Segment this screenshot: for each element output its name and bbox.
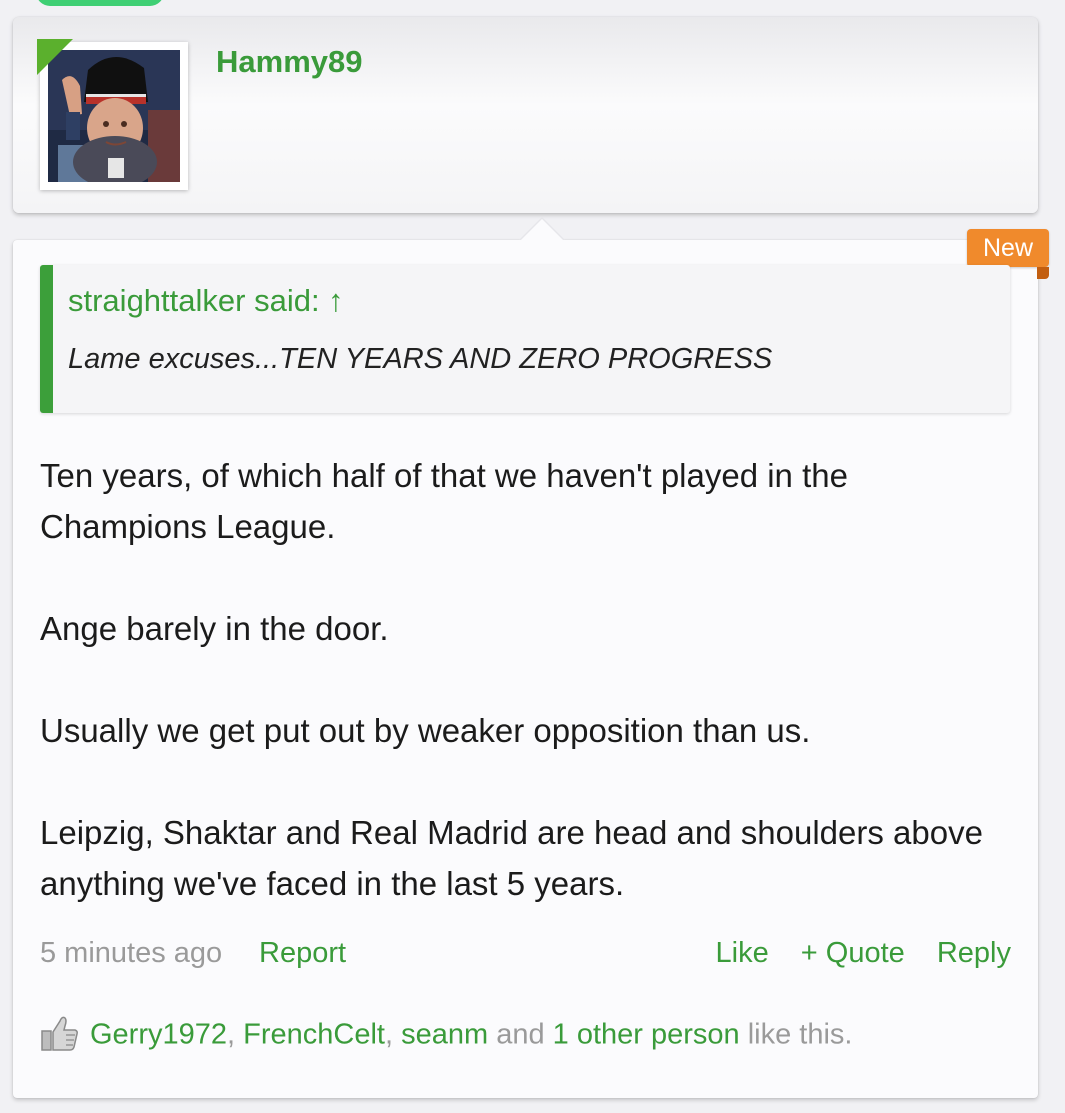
liker-link[interactable]: seanm	[401, 1019, 488, 1051]
likes-and-text: and	[488, 1018, 553, 1051]
thumbs-up-icon	[40, 1013, 80, 1053]
avatar-corner-marker	[37, 39, 73, 75]
likes-summary: Gerry1972, FrenchCelt, seanm and 1 other…	[40, 1016, 852, 1060]
liker-link[interactable]: Gerry1972	[90, 1019, 227, 1051]
likes-suffix: like this.	[739, 1018, 853, 1051]
top-button-fragment[interactable]	[36, 0, 164, 6]
reply-button[interactable]: Reply	[937, 937, 1011, 969]
report-link[interactable]: Report	[259, 937, 346, 970]
other-likers-link[interactable]: 1 other person	[553, 1019, 740, 1051]
likes-separator: ,	[384, 1018, 402, 1051]
likes-separator: ,	[227, 1018, 244, 1051]
post-card: New straighttalker said: ↑ Lame excuses.…	[13, 217, 1049, 1098]
post-actions: Like + Quote Reply	[692, 937, 1011, 970]
quote-text: Lame excuses...TEN YEARS AND ZERO PROGRE…	[68, 343, 773, 375]
post-caret	[519, 217, 565, 240]
quote-author-link[interactable]: straighttalker said: ↑	[68, 283, 344, 319]
quote-block: straighttalker said: ↑ Lame excuses...TE…	[40, 265, 1010, 413]
post-paragraph: Usually we get put out by weaker opposit…	[40, 712, 811, 749]
post-timestamp[interactable]: 5 minutes ago	[40, 937, 222, 970]
post-body: Ten years, of which half of that we have…	[40, 450, 1000, 960]
post-paragraph: Ten years, of which half of that we have…	[40, 457, 848, 545]
post-paragraph: Leipzig, Shaktar and Real Madrid are hea…	[40, 814, 983, 902]
liker-link[interactable]: FrenchCelt	[243, 1019, 385, 1051]
new-badge-fold	[1037, 267, 1049, 279]
post-paragraph: Ange barely in the door.	[40, 610, 389, 647]
like-button[interactable]: Like	[716, 937, 769, 969]
new-badge: New	[967, 229, 1049, 267]
username[interactable]: Hammy89	[216, 44, 362, 80]
post-meta-bar: 5 minutes ago Report Like + Quote Reply	[40, 937, 1011, 977]
quote-button[interactable]: + Quote	[801, 937, 905, 969]
